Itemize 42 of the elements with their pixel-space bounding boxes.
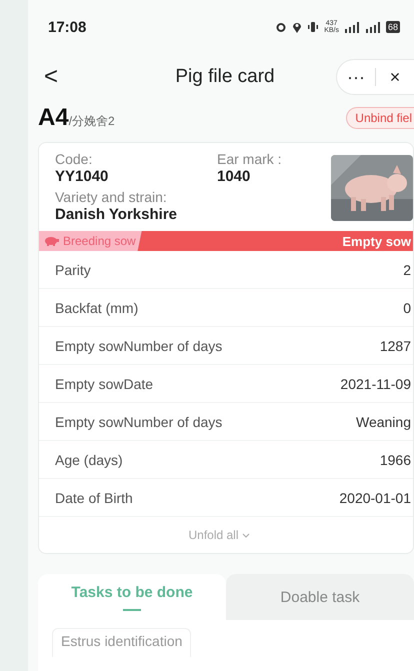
alarm-icon — [275, 21, 288, 33]
tab[interactable]: Tasks to be done — [38, 574, 226, 620]
more-button[interactable]: ··· — [337, 60, 375, 94]
unfold-button[interactable]: Unfold all — [182, 517, 256, 553]
row-label: Date of Birth — [55, 490, 133, 506]
field-value: 1040 — [217, 168, 252, 185]
category-tag: Breeding sow — [39, 231, 142, 251]
field-value: YY1040 — [55, 168, 110, 185]
field-label: Ear mark : — [217, 151, 283, 167]
row-value: 1287 — [380, 338, 411, 354]
location-icon — [292, 21, 302, 33]
row-label: Age (days) — [55, 452, 123, 468]
row-value: Weaning — [356, 414, 411, 430]
chevron-icon — [242, 532, 250, 538]
tab[interactable]: Doable task — [226, 574, 414, 620]
vibrate-icon — [307, 21, 320, 33]
row-label: Backfat (mm) — [55, 300, 138, 316]
field-value: Danish Yorkshire — [55, 206, 178, 223]
close-button[interactable]: × — [376, 60, 414, 94]
page-title: Pig file card — [174, 66, 276, 88]
battery-level: 68 — [386, 21, 400, 33]
row-value: 0 — [403, 300, 411, 316]
pen-number: A4 — [38, 104, 69, 131]
row-label: Empty sowNumber of days — [55, 414, 222, 430]
row-value: 1966 — [380, 452, 411, 468]
row-value: 2021-11-09 — [340, 376, 411, 392]
row-label: Empty sowDate — [55, 376, 154, 392]
signal-icon — [364, 22, 381, 32]
status-time: 17:08 — [48, 18, 86, 36]
unbind-button[interactable]: Unbind fiel — [346, 107, 414, 129]
pig-icon — [45, 236, 59, 246]
house-name: /分娩舍2 — [68, 114, 115, 128]
task-item[interactable]: Estrus identification — [52, 628, 192, 657]
field-label: Variety and strain: — [55, 189, 168, 205]
back-button[interactable]: < — [44, 63, 74, 91]
row-value: 2 — [403, 262, 411, 278]
field-label: Code: — [55, 151, 94, 167]
row-value: 2020-01-01 — [339, 490, 411, 506]
status-label: Empty sow — [342, 232, 412, 251]
row-label: Empty sowNumber of days — [55, 338, 222, 354]
signal-icon — [344, 22, 360, 32]
row-label: Parity — [55, 262, 91, 278]
